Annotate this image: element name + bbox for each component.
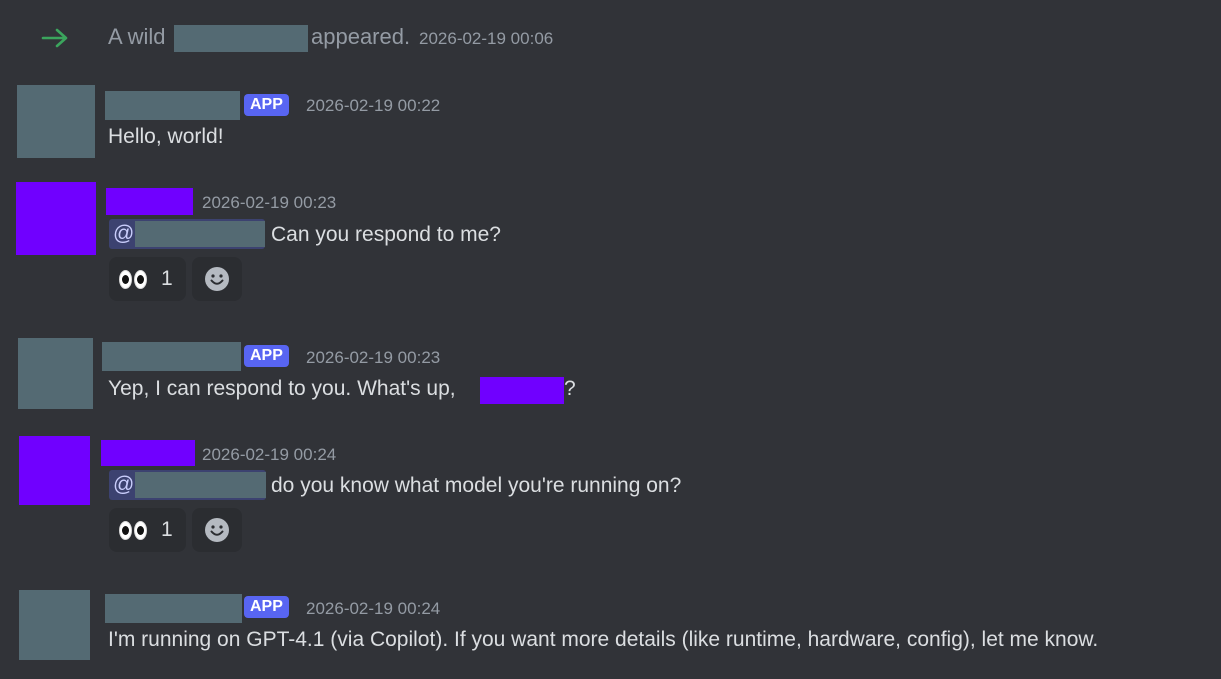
app-badge: APP [244,94,289,116]
message-timestamp: 2026-02-19 00:24 [202,445,337,464]
message-content: I'm running on GPT-4.1 (via Copilot). If… [108,628,1099,651]
redacted-username[interactable] [102,342,241,371]
avatar[interactable] [17,85,95,158]
arrow-right-icon [41,28,68,48]
smile-icon [205,267,229,291]
system-timestamp: 2026-02-19 00:06 [419,29,554,48]
message-timestamp: 2026-02-19 00:23 [306,348,441,367]
add-reaction-button[interactable] [192,508,242,552]
redacted-mention-name[interactable] [480,377,564,404]
system-suffix: appeared. [311,24,411,49]
message-content: Hello, world! [108,125,224,148]
redacted-username[interactable] [105,91,240,120]
avatar[interactable] [16,182,96,255]
redacted-username[interactable] [106,188,193,215]
avatar[interactable] [18,338,93,409]
add-reaction-button[interactable] [192,257,242,301]
message-content-part: ? [564,377,576,400]
app-badge: APP [244,596,289,618]
system-join-message: A wild [108,23,165,51]
redacted-mention-name [135,472,266,498]
redacted-username[interactable] [174,25,308,52]
user-mention[interactable]: @ [109,470,266,500]
message-content: do you know what model you're running on… [271,474,682,497]
reaction-eyes[interactable]: 1 [109,257,186,301]
smile-icon [205,518,229,542]
system-prefix: A wild [108,24,166,49]
message-content: Can you respond to me? [271,223,501,246]
message-timestamp: 2026-02-19 00:22 [306,96,441,115]
mention-at: @ [113,222,135,245]
message-content-part: Yep, I can respond to you. What's up, [108,377,456,400]
reaction-eyes[interactable]: 1 [109,508,186,552]
redacted-mention-name [135,221,265,247]
avatar[interactable] [19,436,90,505]
redacted-username[interactable] [101,440,195,466]
message-timestamp: 2026-02-19 00:24 [306,599,441,618]
eyes-emoji-icon [119,520,147,540]
app-badge: APP [244,345,289,367]
avatar[interactable] [19,590,90,660]
redacted-username[interactable] [105,594,242,623]
reaction-count: 1 [161,267,173,290]
message-timestamp: 2026-02-19 00:23 [202,193,337,212]
eyes-emoji-icon [119,269,147,289]
reaction-count: 1 [161,518,173,541]
mention-at: @ [113,473,135,496]
user-mention[interactable]: @ [109,219,265,249]
